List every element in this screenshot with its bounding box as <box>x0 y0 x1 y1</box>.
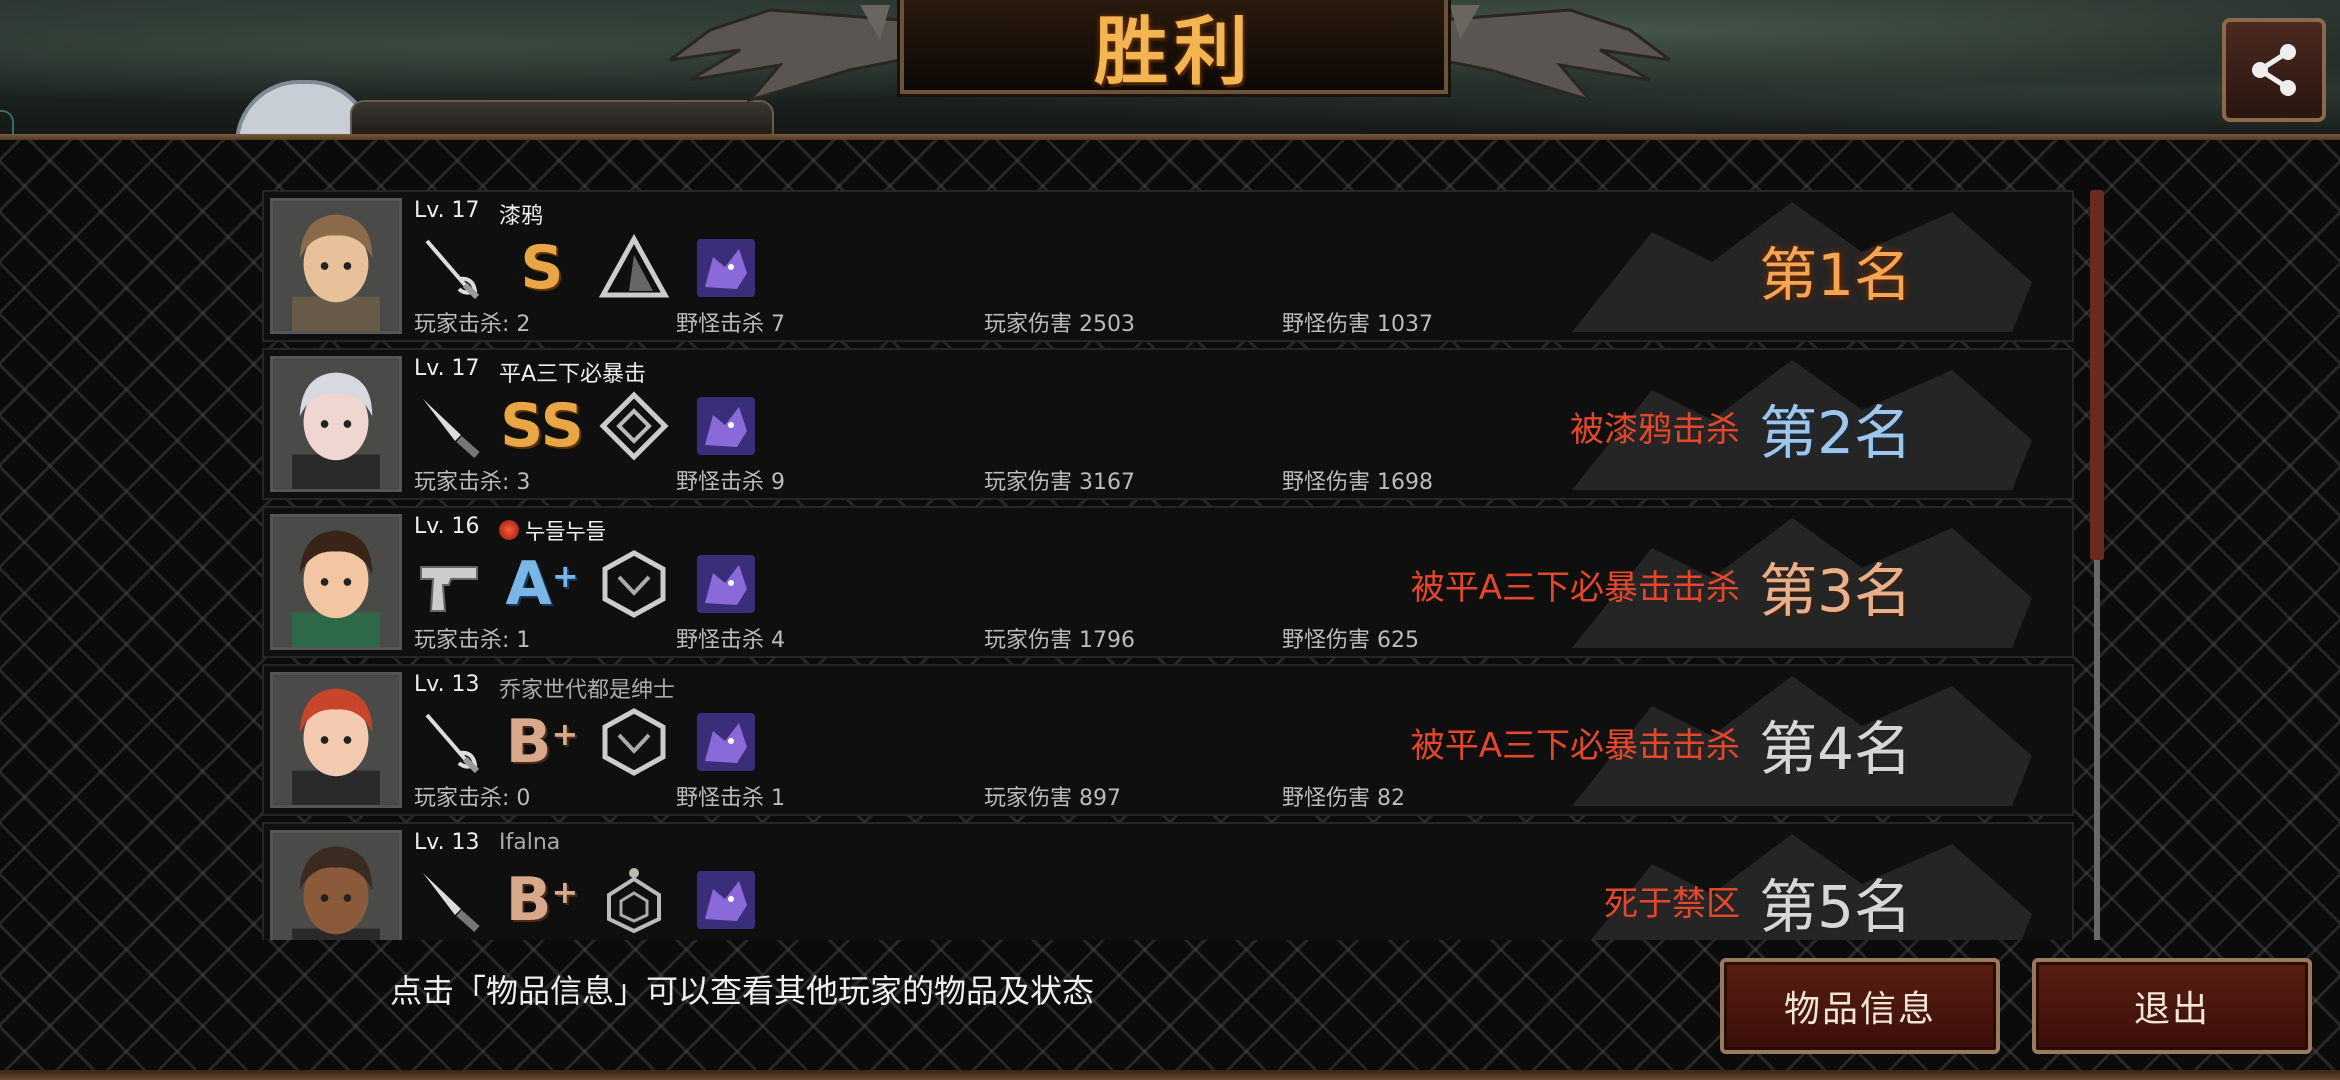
purple-wolf-item-icon[interactable] <box>690 706 762 778</box>
rapier-icon <box>414 706 486 778</box>
monster-kills: 野怪击杀 4 <box>676 628 785 653</box>
player-level: Lv. 16 <box>414 514 480 539</box>
diamond-emblem-icon <box>598 390 670 462</box>
player-name: Ifalna <box>499 830 560 855</box>
stats-line: 玩家击杀: 2 野怪击杀 7 玩家伤害 2503 野怪伤害 1037 <box>414 306 1614 337</box>
monster-damage: 野怪伤害 82 <box>1282 786 1405 811</box>
player-damage: 玩家伤害 2503 <box>984 312 1135 337</box>
player-kills: 玩家击杀: 2 <box>414 312 531 337</box>
player-damage: 玩家伤害 1796 <box>984 628 1135 653</box>
knife-icon <box>414 390 486 462</box>
player-kills: 玩家击杀: 1 <box>414 628 531 653</box>
grade-badge: SS <box>500 391 584 461</box>
left-wing-emblem-icon <box>650 0 910 120</box>
player-damage: 玩家伤害 3167 <box>984 470 1135 495</box>
player-name: 乔家世代都是绅士 <box>499 672 675 704</box>
player-portrait-icon <box>273 833 399 940</box>
player-kills: 玩家击杀: 3 <box>414 470 531 495</box>
node-emblem-icon <box>598 864 670 936</box>
portrait[interactable] <box>270 198 402 334</box>
monster-kills: 野怪击杀 7 <box>676 312 785 337</box>
rank-label: 第3名 <box>1759 557 1912 625</box>
player-level: Lv. 13 <box>414 672 480 697</box>
stats-line: 玩家击杀: 3 野怪击杀 9 玩家伤害 3167 野怪伤害 1698 <box>414 464 1614 495</box>
death-cause: 被漆鸦击杀 <box>1570 410 1740 450</box>
scrollbar-thumb[interactable] <box>2090 190 2104 560</box>
player-name-text: Ifalna <box>499 830 561 855</box>
grade-badge: B + <box>505 865 579 935</box>
rank-label: 第2名 <box>1759 399 1912 467</box>
right-wing-emblem-icon <box>1430 0 1690 120</box>
rank-label: 第4名 <box>1759 715 1912 783</box>
hint-text: 点击「物品信息」可以查看其他玩家的物品及状态 <box>390 972 1095 1010</box>
purple-wolf-item-icon[interactable] <box>690 864 762 936</box>
portrait[interactable] <box>270 514 402 650</box>
portrait[interactable] <box>270 830 402 940</box>
player-name-text: 漆鸦 <box>499 204 544 229</box>
rank-label: 第5名 <box>1759 873 1912 940</box>
stats-line <box>414 938 1614 940</box>
grade-badge: B + <box>505 707 579 777</box>
grade-plus: + <box>551 873 579 911</box>
purple-wolf-item-icon[interactable] <box>690 390 762 462</box>
player-name-text: 누들누들 <box>525 520 606 545</box>
monster-damage: 野怪伤害 1698 <box>1282 470 1433 495</box>
player-damage: 玩家伤害 897 <box>984 786 1121 811</box>
ranking-list[interactable]: Lv. 17 漆鸦 S 玩家击杀: 2 野怪击杀 7 玩家伤害 2503 野怪伤… <box>262 190 2074 940</box>
knife-icon <box>414 864 486 936</box>
monster-damage: 野怪伤害 1037 <box>1282 312 1433 337</box>
item-info-button[interactable]: 物品信息 <box>1720 958 2000 1054</box>
player-portrait-icon <box>273 201 399 331</box>
monster-kills: 野怪击杀 1 <box>676 786 785 811</box>
player-level: Lv. 17 <box>414 198 480 223</box>
grade-badge: S <box>520 233 564 303</box>
stats-line: 玩家击杀: 1 野怪击杀 4 玩家伤害 1796 野怪伤害 625 <box>414 622 1614 653</box>
death-cause: 被平A三下必暴击击杀 <box>1410 568 1740 608</box>
share-icon <box>2252 44 2296 96</box>
player-row-rank-1[interactable]: Lv. 17 漆鸦 S 玩家击杀: 2 野怪击杀 7 玩家伤害 2503 野怪伤… <box>262 190 2074 342</box>
hexagon-emblem-icon <box>598 706 670 778</box>
player-name: 누들누들 <box>499 514 606 546</box>
monster-kills: 野怪击杀 9 <box>676 470 785 495</box>
region-flag-icon <box>499 520 519 540</box>
player-name: 漆鸦 <box>499 198 543 230</box>
player-name-text: 平A三下必暴击 <box>499 362 647 387</box>
player-portrait-icon <box>273 675 399 805</box>
grade-badge: A + <box>505 549 579 619</box>
rapier-icon <box>414 232 486 304</box>
player-level: Lv. 17 <box>414 356 480 381</box>
player-row-rank-2[interactable]: Lv. 17 平A三下必暴击 SS 玩家击杀: 3 野怪击杀 9 玩家伤害 31… <box>262 348 2074 500</box>
player-portrait-icon <box>273 359 399 489</box>
victory-title: 胜利 <box>1094 8 1254 95</box>
victory-banner: 胜利 <box>900 0 1448 95</box>
portrait[interactable] <box>270 672 402 808</box>
stats-line: 玩家击杀: 0 野怪击杀 1 玩家伤害 897 野怪伤害 82 <box>414 780 1614 811</box>
share-button[interactable] <box>2222 18 2326 122</box>
death-cause: 被平A三下必暴击击杀 <box>1410 726 1740 766</box>
player-row-rank-4[interactable]: Lv. 13 乔家世代都是绅士 B + 玩家击杀: 0 野怪击杀 1 玩家伤害 8… <box>262 664 2074 816</box>
purple-wolf-item-icon[interactable] <box>690 232 762 304</box>
hexagon-emblem-icon <box>598 548 670 620</box>
purple-wolf-item-icon[interactable] <box>690 548 762 620</box>
death-cause: 死于禁区 <box>1604 884 1740 924</box>
player-row-rank-3[interactable]: Lv. 16 누들누들 A + 玩家击杀: 1 野怪击杀 4 玩家伤害 1796 … <box>262 506 2074 658</box>
portrait[interactable] <box>270 356 402 492</box>
exit-button[interactable]: 退出 <box>2032 958 2312 1054</box>
pistol-icon <box>414 548 486 620</box>
rank-label: 第1名 <box>1759 241 1912 309</box>
player-kills: 玩家击杀: 0 <box>414 786 531 811</box>
panel-bottom-border <box>0 1070 2340 1080</box>
player-row-rank-5[interactable]: Lv. 13 Ifalna B + 死于禁区 第5名 <box>262 822 2074 940</box>
grade-plus: + <box>551 715 579 753</box>
player-name-text: 乔家世代都是绅士 <box>499 678 676 703</box>
monster-damage: 野怪伤害 625 <box>1282 628 1419 653</box>
triangle-emblem-icon <box>598 232 670 304</box>
player-level: Lv. 13 <box>414 830 480 855</box>
player-portrait-icon <box>273 517 399 647</box>
grade-plus: + <box>551 557 579 595</box>
player-name: 平A三下必暴击 <box>499 356 646 388</box>
